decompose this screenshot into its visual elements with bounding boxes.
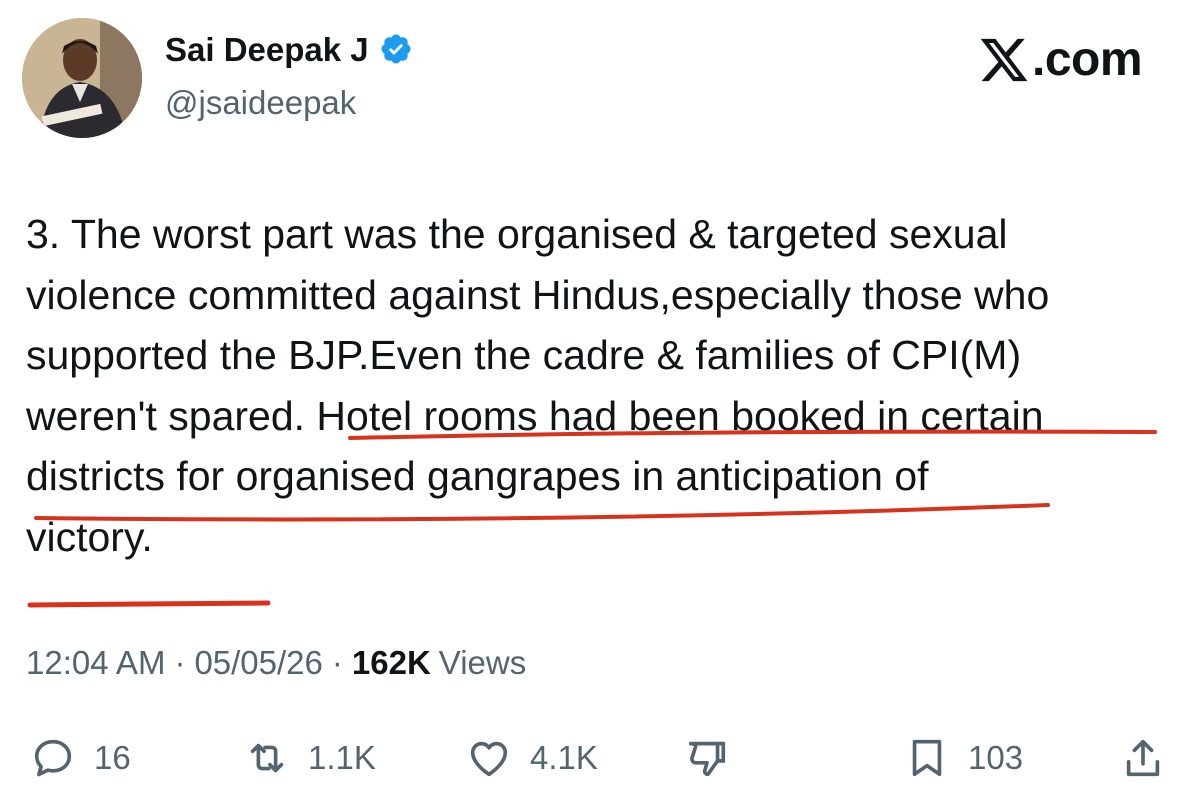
tweet-line: violence committed against Hindus,especi…: [26, 271, 1050, 318]
tweet-line: weren't spared. Hotel rooms had been boo…: [26, 392, 1044, 439]
x-logo-icon: [980, 38, 1028, 82]
repost-button[interactable]: 1.1K: [244, 726, 376, 790]
views-count[interactable]: 162K: [352, 646, 431, 679]
tweet-line: supported the BJP.Even the cadre & famil…: [26, 332, 1022, 378]
reply-icon: [34, 739, 72, 777]
avatar[interactable]: [22, 18, 142, 138]
avatar-photo: [22, 18, 142, 138]
meta-separator: ·: [174, 644, 186, 681]
verified-badge-icon: [381, 34, 411, 64]
tweet-meta: 12:04 AM · 05/05/26 · 162K Views: [26, 646, 526, 679]
author-name-row[interactable]: Sai Deepak J: [165, 32, 413, 66]
thumbs-down-icon: [688, 741, 726, 777]
bookmark-button[interactable]: 103: [904, 726, 1023, 790]
bookmark-icon: [912, 739, 942, 777]
reply-count: 16: [94, 739, 131, 776]
author-handle[interactable]: @jsaideepak: [165, 86, 356, 119]
repost-icon: [250, 743, 284, 773]
author-name[interactable]: Sai Deepak J: [165, 33, 369, 66]
like-count: 4.1K: [530, 739, 598, 776]
meta-separator: ·: [331, 644, 343, 681]
tweet-time[interactable]: 12:04 AM: [26, 646, 165, 679]
brand-text: .com: [1032, 33, 1143, 86]
tweet-text: 3. The worst part was the organised & ta…: [26, 204, 1186, 567]
tweet-line: 3. The worst part was the organised & ta…: [26, 211, 1008, 257]
share-icon: [1126, 739, 1160, 777]
red-underline-3: [27, 600, 271, 608]
tweet-line: victory.: [26, 513, 153, 560]
heart-icon: [470, 741, 508, 777]
like-button[interactable]: 4.1K: [466, 726, 598, 790]
views-label[interactable]: Views: [439, 646, 526, 679]
downvote-button[interactable]: [684, 726, 730, 790]
tweet-date[interactable]: 05/05/26: [194, 646, 322, 679]
tweet-line: districts for organised gangrapes in ant…: [26, 453, 929, 499]
brand-logo[interactable]: .com: [978, 33, 1143, 86]
action-bar: 16 1.1K 4.1K 103: [0, 726, 1200, 790]
share-button[interactable]: [1120, 726, 1166, 790]
repost-count: 1.1K: [308, 739, 376, 776]
bookmark-count: 103: [968, 739, 1024, 776]
reply-button[interactable]: 16: [30, 726, 131, 790]
